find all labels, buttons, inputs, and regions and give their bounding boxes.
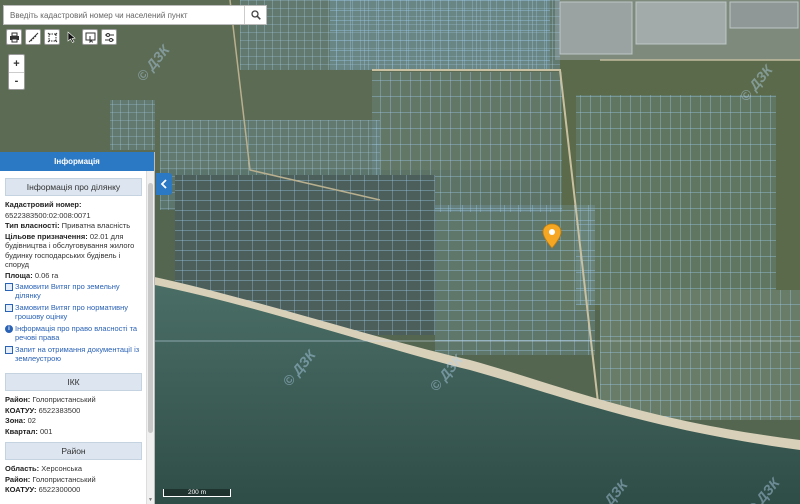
scrollbar-thumb[interactable]: [148, 183, 153, 433]
panel-content: Інформація про ділянку Кадастровий номер…: [0, 171, 146, 504]
info-icon: i: [5, 325, 13, 333]
document-icon: [5, 346, 13, 354]
section-heading-parcel: Інформація про ділянку: [5, 178, 142, 196]
purpose-row: Цільове призначення: 02.01 для будівницт…: [5, 232, 142, 270]
cadastral-number-row: Кадастровий номер:: [5, 200, 142, 210]
ikk-quarter-value: 001: [39, 426, 53, 436]
area-label: Площа:: [5, 270, 33, 280]
district-koatuu-label: КОАТУУ:: [5, 485, 37, 494]
ownership-info-link[interactable]: i Інформація про право власності та речов…: [5, 324, 142, 342]
cadastral-number-label: Кадастровий номер:: [5, 200, 82, 209]
search-icon: [250, 10, 261, 20]
layers-icon: [104, 32, 114, 42]
document-icon: [5, 283, 13, 291]
search-button[interactable]: [244, 6, 266, 24]
ikk-zone-value: 02: [27, 416, 36, 425]
panel-title: Інформація: [0, 152, 154, 171]
cadastral-number-value: 6522383500:02:008:0071: [5, 210, 91, 220]
ikk-koatuu-value: 6522383500: [38, 405, 81, 415]
district-value: Голопристанський: [32, 474, 96, 484]
district-row: Район: Голопристанський: [5, 475, 142, 485]
ikk-zone-row: Зона: 02: [5, 416, 142, 426]
scale-bar: 200 m: [163, 489, 231, 497]
identify-button[interactable]: [82, 29, 98, 45]
identify-icon: [85, 32, 95, 43]
area-value: 0.06 га: [34, 270, 59, 280]
ikk-district-value: Голопристанський: [32, 395, 96, 404]
zoom-control: + -: [8, 54, 25, 90]
map-toolbar: [6, 29, 117, 46]
ikk-koatuu-label: КОАТУУ:: [5, 405, 37, 415]
extent-button[interactable]: [44, 29, 60, 45]
search-input[interactable]: [4, 6, 244, 24]
district-koatuu-value: 6522300000: [38, 485, 81, 494]
scroll-down-icon[interactable]: ▼: [147, 496, 154, 504]
section-heading-district: Район: [5, 442, 142, 460]
link-label: Запит на отримання документації із земле…: [15, 345, 140, 363]
chevron-left-icon: [160, 179, 167, 189]
zoom-out-button[interactable]: -: [9, 72, 24, 89]
documentation-request-link[interactable]: Запит на отримання документації із земле…: [5, 345, 142, 363]
pointer-button[interactable]: [63, 29, 79, 45]
ownership-label: Тип власності:: [5, 221, 60, 230]
district-koatuu-row: КОАТУУ: 6522300000: [5, 485, 142, 495]
extent-icon: [47, 32, 57, 42]
purpose-label: Цільове призначення:: [5, 231, 88, 241]
panel-scrollbar[interactable]: ▼: [146, 171, 154, 504]
order-valuation-extract-link[interactable]: Замовити Витяг про нормативну грошову оц…: [5, 303, 142, 321]
ikk-district-label: Район:: [5, 395, 31, 404]
pointer-icon: [67, 31, 76, 43]
oblast-value: Херсонська: [41, 464, 83, 473]
order-land-extract-link[interactable]: Замовити Витяг про земельну ділянку: [5, 282, 142, 300]
area-row: Площа: 0.06 га: [5, 271, 142, 281]
layers-button[interactable]: [101, 29, 117, 45]
ikk-zone-label: Зона:: [5, 416, 26, 425]
zoom-in-button[interactable]: +: [9, 55, 24, 72]
document-icon: [5, 304, 13, 312]
section-heading-ikk: ІКК: [5, 373, 142, 391]
info-panel: Інформація Інформація про ділянку Кадаст…: [0, 152, 155, 504]
link-label: Інформація про право власності та речові…: [15, 324, 138, 342]
measure-icon: [28, 32, 38, 42]
print-button[interactable]: [6, 29, 22, 45]
ownership-value: Приватна власність: [61, 221, 131, 230]
print-icon: [9, 32, 19, 42]
oblast-label: Область:: [5, 464, 40, 473]
link-label: Замовити Витяг про земельну ділянку: [15, 282, 120, 300]
ikk-district-row: Район: Голопристанський: [5, 395, 142, 405]
oblast-row: Область: Херсонська: [5, 464, 142, 474]
link-label: Замовити Витяг про нормативну грошову оц…: [15, 303, 129, 321]
ownership-row: Тип власності: Приватна власність: [5, 221, 142, 231]
district-label: Район:: [5, 474, 31, 484]
ikk-koatuu-row: КОАТУУ: 6522383500: [5, 406, 142, 416]
ikk-quarter-label: Квартал:: [5, 426, 38, 436]
search-bar: [3, 5, 267, 25]
collapse-panel-button[interactable]: [156, 173, 172, 195]
ikk-quarter-row: Квартал: 001: [5, 427, 142, 437]
measure-button[interactable]: [25, 29, 41, 45]
